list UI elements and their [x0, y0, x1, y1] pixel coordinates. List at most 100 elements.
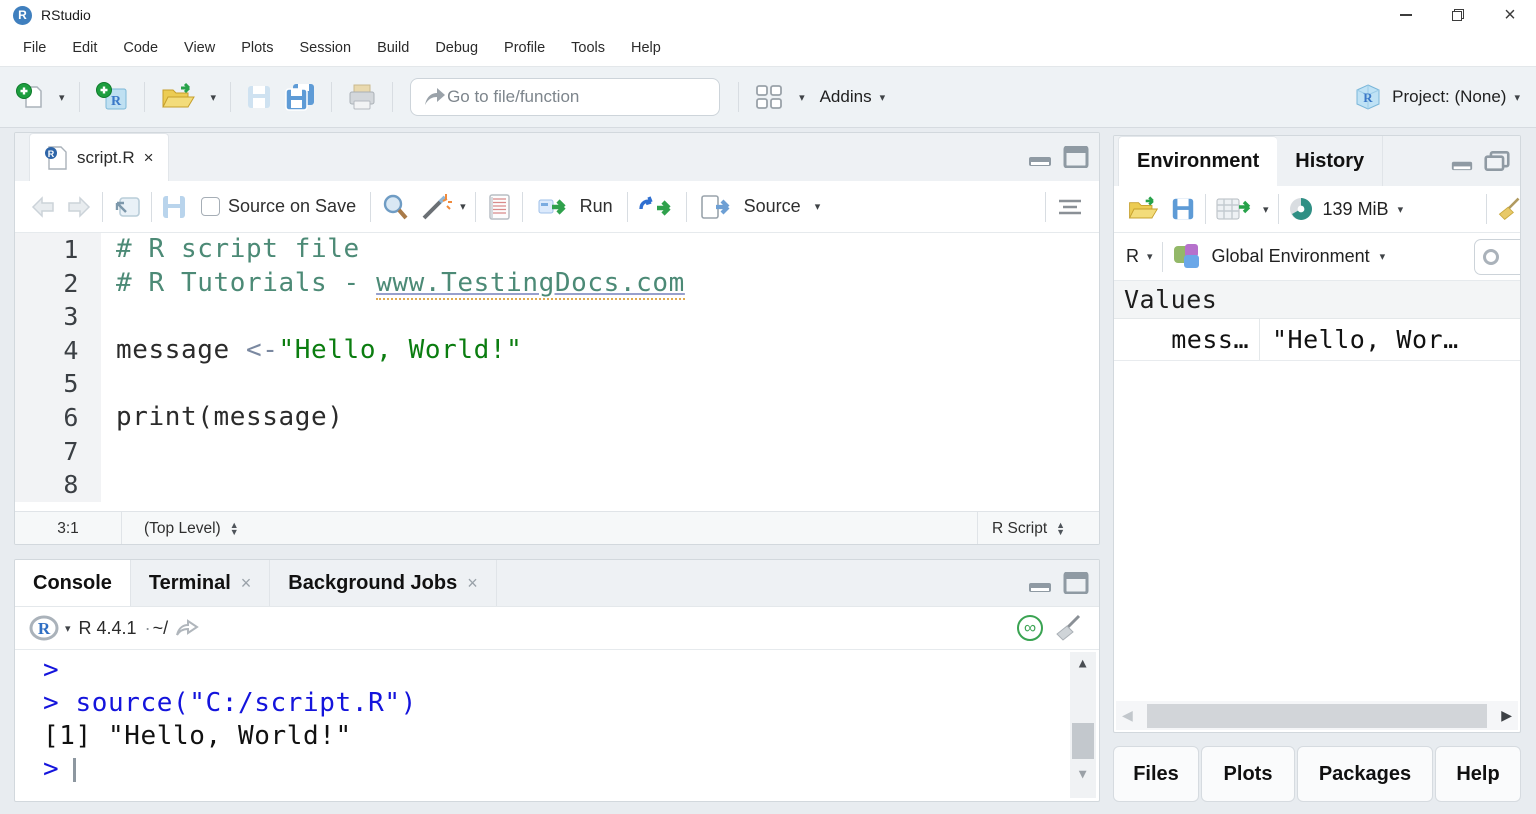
- menu-code[interactable]: Code: [110, 30, 171, 66]
- toolbar-separator: [1277, 194, 1279, 224]
- toolbar-separator: [1161, 241, 1163, 272]
- save-icon[interactable]: [161, 194, 187, 220]
- forward-icon[interactable]: [65, 195, 93, 219]
- run-button[interactable]: Run: [538, 195, 613, 219]
- pane-layout-button[interactable]: [748, 78, 790, 116]
- environment-selector[interactable]: Global Environment ▾: [1172, 243, 1385, 270]
- svg-text:R: R: [1363, 90, 1373, 105]
- save-workspace-icon[interactable]: [1170, 196, 1196, 222]
- open-file-button[interactable]: [154, 78, 202, 116]
- save-button[interactable]: [240, 79, 278, 115]
- scroll-down-icon[interactable]: ▼: [1079, 767, 1087, 782]
- console-output[interactable]: > > source("C:/script.R") [1] "Hello, Wo…: [15, 650, 1099, 801]
- tab-console[interactable]: Console: [15, 560, 131, 606]
- rerun-icon[interactable]: [637, 195, 677, 219]
- code-editor[interactable]: 1 # R script file 2 # R Tutorials - www.…: [15, 233, 1099, 511]
- tab-background-jobs[interactable]: Background Jobs ×: [270, 560, 497, 606]
- new-project-button[interactable]: R: [89, 77, 135, 117]
- menu-profile[interactable]: Profile: [491, 30, 558, 66]
- r-version-icon[interactable]: R: [29, 613, 59, 643]
- file-type-selector[interactable]: R Script ▲ ▼: [977, 512, 1099, 544]
- menu-tools[interactable]: Tools: [558, 30, 618, 66]
- environment-pane: Environment History ▾ 139 MiB ▾ R ▾ Glob…: [1113, 135, 1521, 733]
- scroll-left-icon[interactable]: ◀: [1122, 707, 1133, 724]
- open-in-window-icon[interactable]: [112, 194, 142, 220]
- goto-directory-icon[interactable]: [174, 617, 200, 639]
- memory-usage-button[interactable]: 139 MiB ▾: [1288, 196, 1404, 222]
- toolbar-separator: [626, 191, 628, 222]
- session-suspend-indicator[interactable]: ∞: [1017, 615, 1043, 641]
- tab-packages[interactable]: Packages: [1297, 746, 1433, 802]
- scrollbar-thumb[interactable]: [1072, 723, 1094, 759]
- clear-objects-broom-icon[interactable]: [1496, 195, 1520, 223]
- compile-report-icon[interactable]: [485, 193, 513, 221]
- import-dataset-button[interactable]: ▾: [1215, 195, 1269, 223]
- load-workspace-icon[interactable]: [1126, 195, 1160, 223]
- chevron-down-icon[interactable]: ▾: [65, 622, 71, 635]
- r-version-label: R 4.4.1: [78, 617, 137, 638]
- variable-row[interactable]: mess… "Hello, Wor…: [1114, 319, 1520, 361]
- print-button[interactable]: [341, 78, 383, 116]
- language-selector[interactable]: R ▾: [1126, 246, 1153, 267]
- scroll-right-icon[interactable]: ▶: [1501, 707, 1512, 724]
- console-scrollbar[interactable]: ▲ ▼: [1070, 652, 1096, 798]
- pane-layout-dropdown[interactable]: ▾: [790, 87, 810, 108]
- code-tools-wand-icon[interactable]: [420, 192, 454, 222]
- close-tab-icon[interactable]: ×: [467, 573, 478, 594]
- scope-selector[interactable]: (Top Level) ▲ ▼: [121, 512, 977, 544]
- tab-plots[interactable]: Plots: [1201, 746, 1295, 802]
- menu-debug[interactable]: Debug: [422, 30, 491, 66]
- run-label: Run: [579, 196, 613, 216]
- chevron-down-icon: ▾: [1397, 203, 1404, 216]
- toolbar-separator: [102, 191, 103, 222]
- minimize-pane-icon[interactable]: [1027, 154, 1053, 168]
- new-file-button[interactable]: [10, 78, 50, 116]
- minimize-pane-icon[interactable]: [1450, 159, 1474, 172]
- back-icon[interactable]: [29, 195, 57, 219]
- chevron-down-icon: ▾: [799, 91, 805, 104]
- tab-terminal[interactable]: Terminal ×: [131, 560, 271, 606]
- menu-bar: File Edit Code View Plots Session Build …: [0, 30, 1536, 66]
- source-on-save-checkbox[interactable]: [201, 197, 220, 216]
- environment-h-scrollbar[interactable]: ◀ ▶: [1116, 701, 1518, 730]
- menu-view[interactable]: View: [171, 30, 228, 66]
- source-on-save-label: Source on Save: [228, 196, 357, 216]
- code-line: 6 print(message): [15, 400, 1099, 435]
- addins-button[interactable]: Addins ▾: [810, 87, 886, 107]
- window-controls: ×: [1380, 0, 1536, 30]
- minimize-pane-icon[interactable]: [1027, 580, 1053, 594]
- menu-edit[interactable]: Edit: [59, 30, 110, 66]
- tab-environment[interactable]: Environment: [1118, 136, 1278, 186]
- menu-build[interactable]: Build: [364, 30, 422, 66]
- menu-help[interactable]: Help: [618, 30, 674, 66]
- tab-files[interactable]: Files: [1113, 746, 1199, 802]
- goto-file-input[interactable]: [447, 87, 710, 107]
- chevron-down-icon[interactable]: ▾: [460, 200, 466, 213]
- maximize-pane-icon[interactable]: [1063, 146, 1089, 168]
- save-all-button[interactable]: [278, 78, 322, 116]
- clear-console-button[interactable]: [1053, 614, 1083, 642]
- search-icon[interactable]: [380, 193, 410, 221]
- open-file-dropdown[interactable]: ▾: [202, 87, 222, 108]
- scrollbar-thumb[interactable]: [1146, 703, 1488, 728]
- new-file-dropdown[interactable]: ▾: [50, 87, 70, 108]
- restore-pane-icon[interactable]: [1484, 150, 1510, 172]
- tab-help[interactable]: Help: [1435, 746, 1521, 802]
- project-button[interactable]: R Project: (None) ▾: [1354, 82, 1520, 112]
- document-outline-icon[interactable]: [1055, 195, 1085, 219]
- menu-file[interactable]: File: [10, 30, 59, 66]
- minimize-button[interactable]: [1380, 0, 1432, 30]
- menu-session[interactable]: Session: [286, 30, 364, 66]
- tab-history[interactable]: History: [1277, 136, 1384, 186]
- tab-script-r[interactable]: R script.R ×: [29, 133, 169, 181]
- close-tab-icon[interactable]: ×: [241, 573, 252, 594]
- source-button[interactable]: Source ▾: [700, 194, 820, 220]
- close-tab-icon[interactable]: ×: [144, 148, 154, 168]
- environment-search-box[interactable]: [1474, 238, 1520, 275]
- close-button[interactable]: ×: [1484, 0, 1536, 30]
- restore-button[interactable]: [1432, 0, 1484, 30]
- scroll-up-icon[interactable]: ▲: [1079, 656, 1087, 671]
- menu-plots[interactable]: Plots: [228, 30, 286, 66]
- source-status-bar: 3:1 (Top Level) ▲ ▼ R Script ▲ ▼: [15, 511, 1099, 544]
- maximize-pane-icon[interactable]: [1063, 572, 1089, 594]
